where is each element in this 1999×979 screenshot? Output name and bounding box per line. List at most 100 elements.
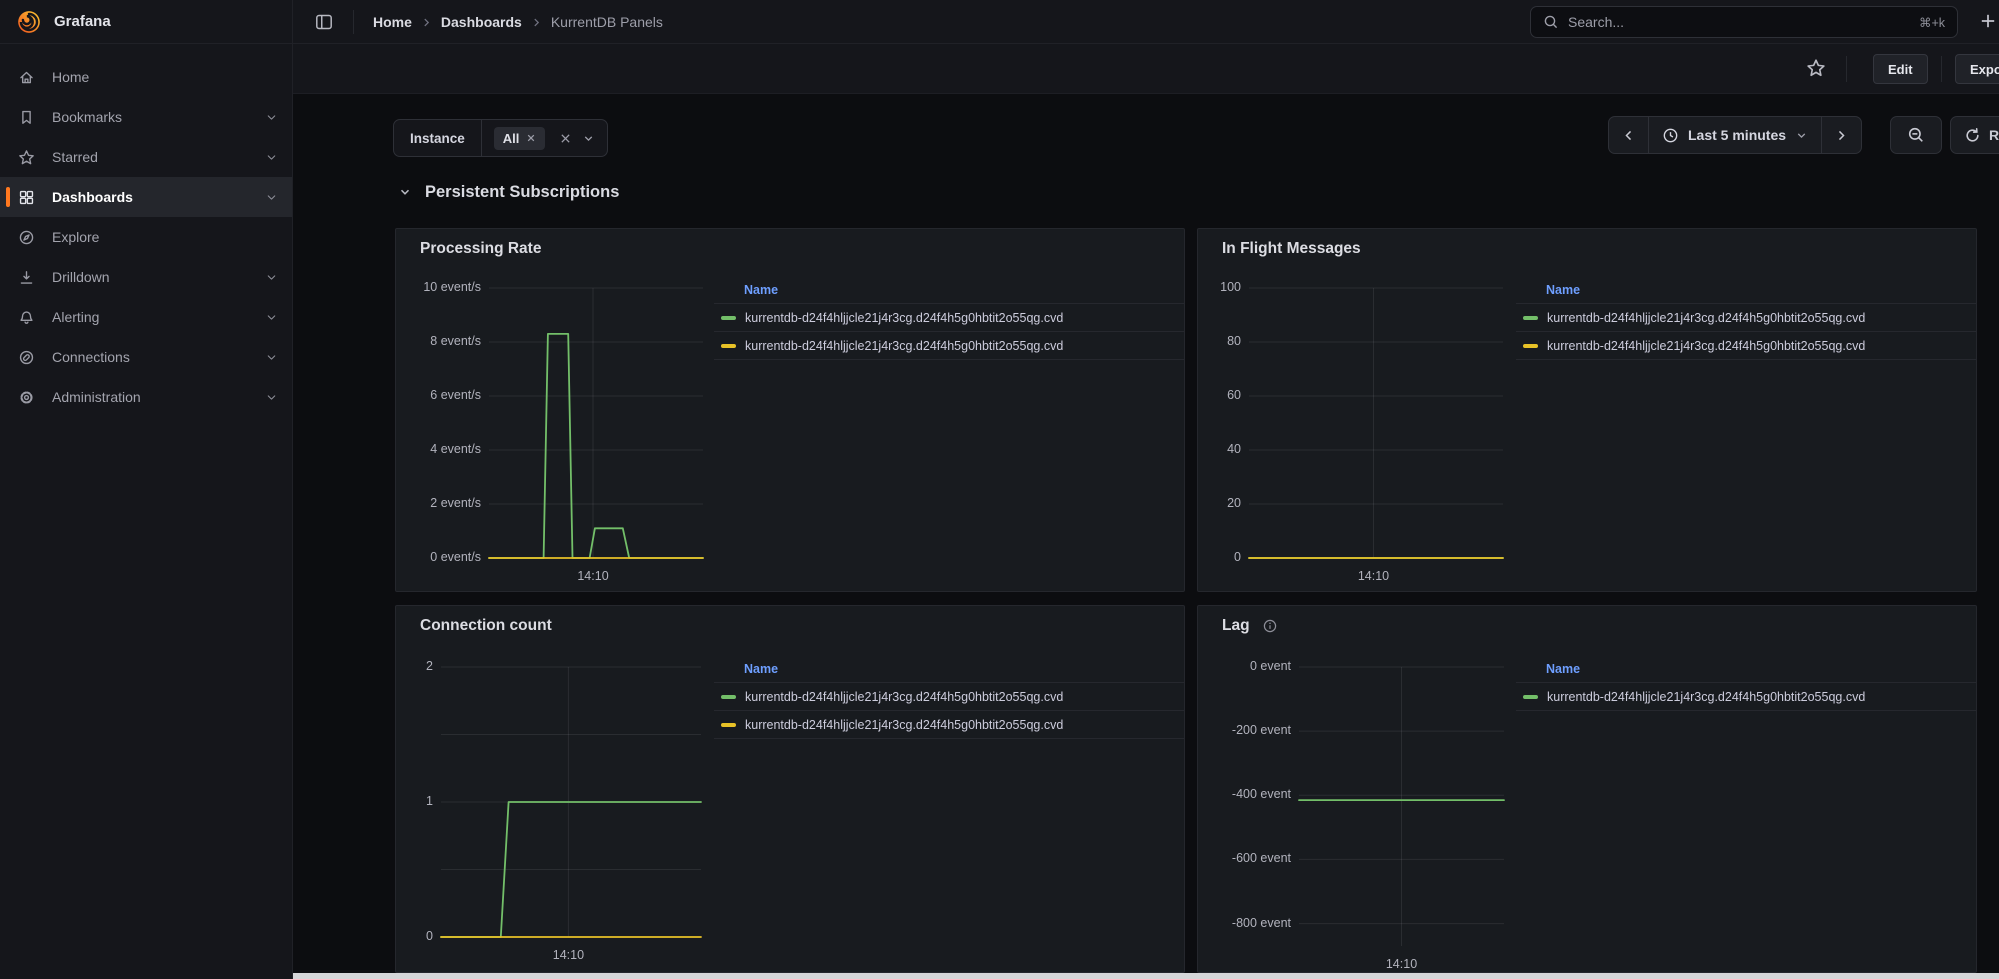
sidebar-item-home[interactable]: Home [0, 57, 292, 97]
breadcrumb-home[interactable]: Home [373, 14, 412, 30]
panel-header[interactable]: In Flight Messages [1222, 240, 1361, 258]
sidebar-item-explore[interactable]: Explore [0, 217, 292, 257]
series-name: kurrentdb-d24f4hljjcle21j4r3cg.d24f4h5g0… [745, 339, 1063, 353]
chevron-down-icon[interactable] [265, 351, 278, 364]
dashboard-toolbar: Edit Expo [293, 44, 1999, 94]
legend-table: Namekurrentdb-d24f4hljjcle21j4r3cg.d24f4… [1516, 658, 1976, 711]
refresh-button[interactable]: R [1950, 116, 1999, 154]
y-axis-tick-label: 60 [1198, 388, 1241, 402]
sidebar-item-bookmarks[interactable]: Bookmarks [0, 97, 292, 137]
zoom-out-button[interactable] [1890, 116, 1942, 154]
chevron-down-icon[interactable] [265, 271, 278, 284]
sidebar-item-label: Home [52, 69, 89, 85]
sidebar-item-drilldown[interactable]: Drilldown [0, 257, 292, 297]
gear-icon [18, 389, 35, 406]
panel-processing-rate: Processing Rate 0 event/s2 event/s4 even… [395, 228, 1185, 592]
y-axis-tick-label: 4 event/s [396, 442, 481, 456]
star-icon [18, 149, 35, 166]
info-icon[interactable] [1262, 618, 1278, 634]
series-name: kurrentdb-d24f4hljjcle21j4r3cg.d24f4h5g0… [745, 690, 1063, 704]
section-row-persistent-subscriptions[interactable]: Persistent Subscriptions [398, 178, 619, 206]
y-axis-tick-label: -400 event [1198, 787, 1291, 801]
legend-header-name[interactable]: Name [1516, 658, 1976, 683]
chevron-right-icon [421, 17, 432, 28]
legend-row[interactable]: kurrentdb-d24f4hljjcle21j4r3cg.d24f4h5g0… [714, 683, 1184, 711]
panel-lag: Lag 0 event-200 event-400 event-600 even… [1197, 605, 1977, 973]
section-title: Persistent Subscriptions [425, 183, 619, 202]
legend-table: Name kurrentdb-d24f4hljjcle21j4r3cg.d24f4… [714, 658, 1184, 739]
legend-row[interactable]: kurrentdb-d24f4hljjcle21j4r3cg.d24f4h5g0… [1516, 683, 1976, 711]
product-name: Grafana [54, 13, 111, 30]
clock-icon [1662, 127, 1679, 144]
sidebar-nav: Home BookmarksStarredDashboards Explore Dri… [0, 57, 292, 417]
legend-row[interactable]: kurrentdb-d24f4hljjcle21j4r3cg.d24f4h5g0… [1516, 332, 1976, 360]
export-button[interactable]: Expo [1955, 54, 1999, 84]
search-icon [1543, 14, 1559, 30]
chevron-down-icon[interactable] [265, 111, 278, 124]
time-range-button[interactable]: Last 5 minutes [1648, 117, 1821, 153]
panel-title: Processing Rate [420, 240, 541, 258]
chevron-down-icon[interactable] [265, 391, 278, 404]
time-series-chart: 0 event/s2 event/s4 event/s6 event/s8 ev… [396, 288, 703, 592]
panel-in-flight-messages: In Flight Messages 02040608010014:10 Nam… [1197, 228, 1977, 592]
x-axis-tick-label: 14:10 [563, 569, 623, 583]
chevron-down-icon[interactable] [265, 311, 278, 324]
time-series-chart: 0 event-200 event-400 event-600 event-80… [1198, 667, 1504, 973]
sidebar-toggle-icon[interactable] [315, 13, 333, 31]
y-axis-tick-label: 10 event/s [396, 280, 481, 294]
add-icon[interactable] [1979, 12, 1997, 30]
legend-header-name[interactable]: Name [714, 279, 1184, 304]
search-input[interactable]: Search... ⌘+k [1530, 6, 1958, 38]
y-axis-tick-label: 20 [1198, 496, 1241, 510]
series-name: kurrentdb-d24f4hljjcle21j4r3cg.d24f4h5g0… [745, 718, 1063, 732]
sidebar-item-starred[interactable]: Starred [0, 137, 292, 177]
refresh-icon [1964, 127, 1981, 144]
grid-icon [18, 189, 35, 206]
legend-row[interactable]: kurrentdb-d24f4hljjcle21j4r3cg.d24f4h5g0… [714, 304, 1184, 332]
y-axis-tick-label: 0 [396, 929, 433, 943]
chevron-down-icon [1795, 129, 1808, 142]
y-axis-tick-label: 40 [1198, 442, 1241, 456]
instance-filter-label: Instance [394, 120, 482, 156]
legend-row[interactable]: kurrentdb-d24f4hljjcle21j4r3cg.d24f4h5g0… [1516, 304, 1976, 332]
chevron-down-icon[interactable] [265, 151, 278, 164]
x-axis-tick-label: 14:10 [1372, 957, 1432, 971]
star-dashboard-icon[interactable] [1806, 58, 1826, 78]
sidebar-item-connections[interactable]: Connections [0, 337, 292, 377]
series-color-swatch [721, 316, 736, 320]
legend-row[interactable]: kurrentdb-d24f4hljjcle21j4r3cg.d24f4h5g0… [714, 711, 1184, 739]
y-axis-tick-label: 0 [1198, 550, 1241, 564]
chevron-down-icon [398, 185, 412, 199]
sidebar-item-administration[interactable]: Administration [0, 377, 292, 417]
time-range-label: Last 5 minutes [1688, 127, 1786, 143]
y-axis-tick-label: 2 [396, 659, 433, 673]
sidebar-item-label: Explore [52, 229, 99, 245]
legend-header-name[interactable]: Name [1516, 279, 1976, 304]
breadcrumb-dashboards[interactable]: Dashboards [441, 14, 522, 30]
time-shift-back-button[interactable] [1609, 117, 1648, 153]
series-color-swatch [1523, 316, 1538, 320]
chevron-down-icon[interactable] [265, 191, 278, 204]
breadcrumb-current: KurrentDB Panels [551, 14, 663, 30]
legend-row[interactable]: kurrentdb-d24f4hljjcle21j4r3cg.d24f4h5g0… [714, 332, 1184, 360]
x-axis-tick-label: 14:10 [1343, 569, 1403, 583]
y-axis-tick-label: 0 event/s [396, 550, 481, 564]
chevron-down-icon[interactable] [582, 132, 595, 145]
instance-filter-values: All [482, 120, 608, 156]
sidebar-item-alerting[interactable]: Alerting [0, 297, 292, 337]
panel-title: In Flight Messages [1222, 240, 1361, 258]
link-icon [18, 349, 35, 366]
instance-filter[interactable]: Instance All [393, 119, 608, 157]
legend-header-name[interactable]: Name [714, 658, 1184, 683]
panel-header[interactable]: Lag [1222, 617, 1278, 635]
remove-value-icon[interactable] [526, 133, 536, 143]
sidebar-item-dashboards[interactable]: Dashboards [0, 177, 292, 217]
instance-filter-pill[interactable]: All [494, 127, 546, 150]
edit-button[interactable]: Edit [1873, 54, 1928, 84]
panel-header[interactable]: Processing Rate [420, 240, 541, 258]
time-shift-forward-button[interactable] [1821, 117, 1861, 153]
grafana-logo-icon[interactable] [16, 9, 42, 35]
sidebar-header: Grafana [0, 0, 292, 44]
clear-filter-icon[interactable] [559, 132, 572, 145]
panel-header[interactable]: Connection count [420, 617, 552, 635]
